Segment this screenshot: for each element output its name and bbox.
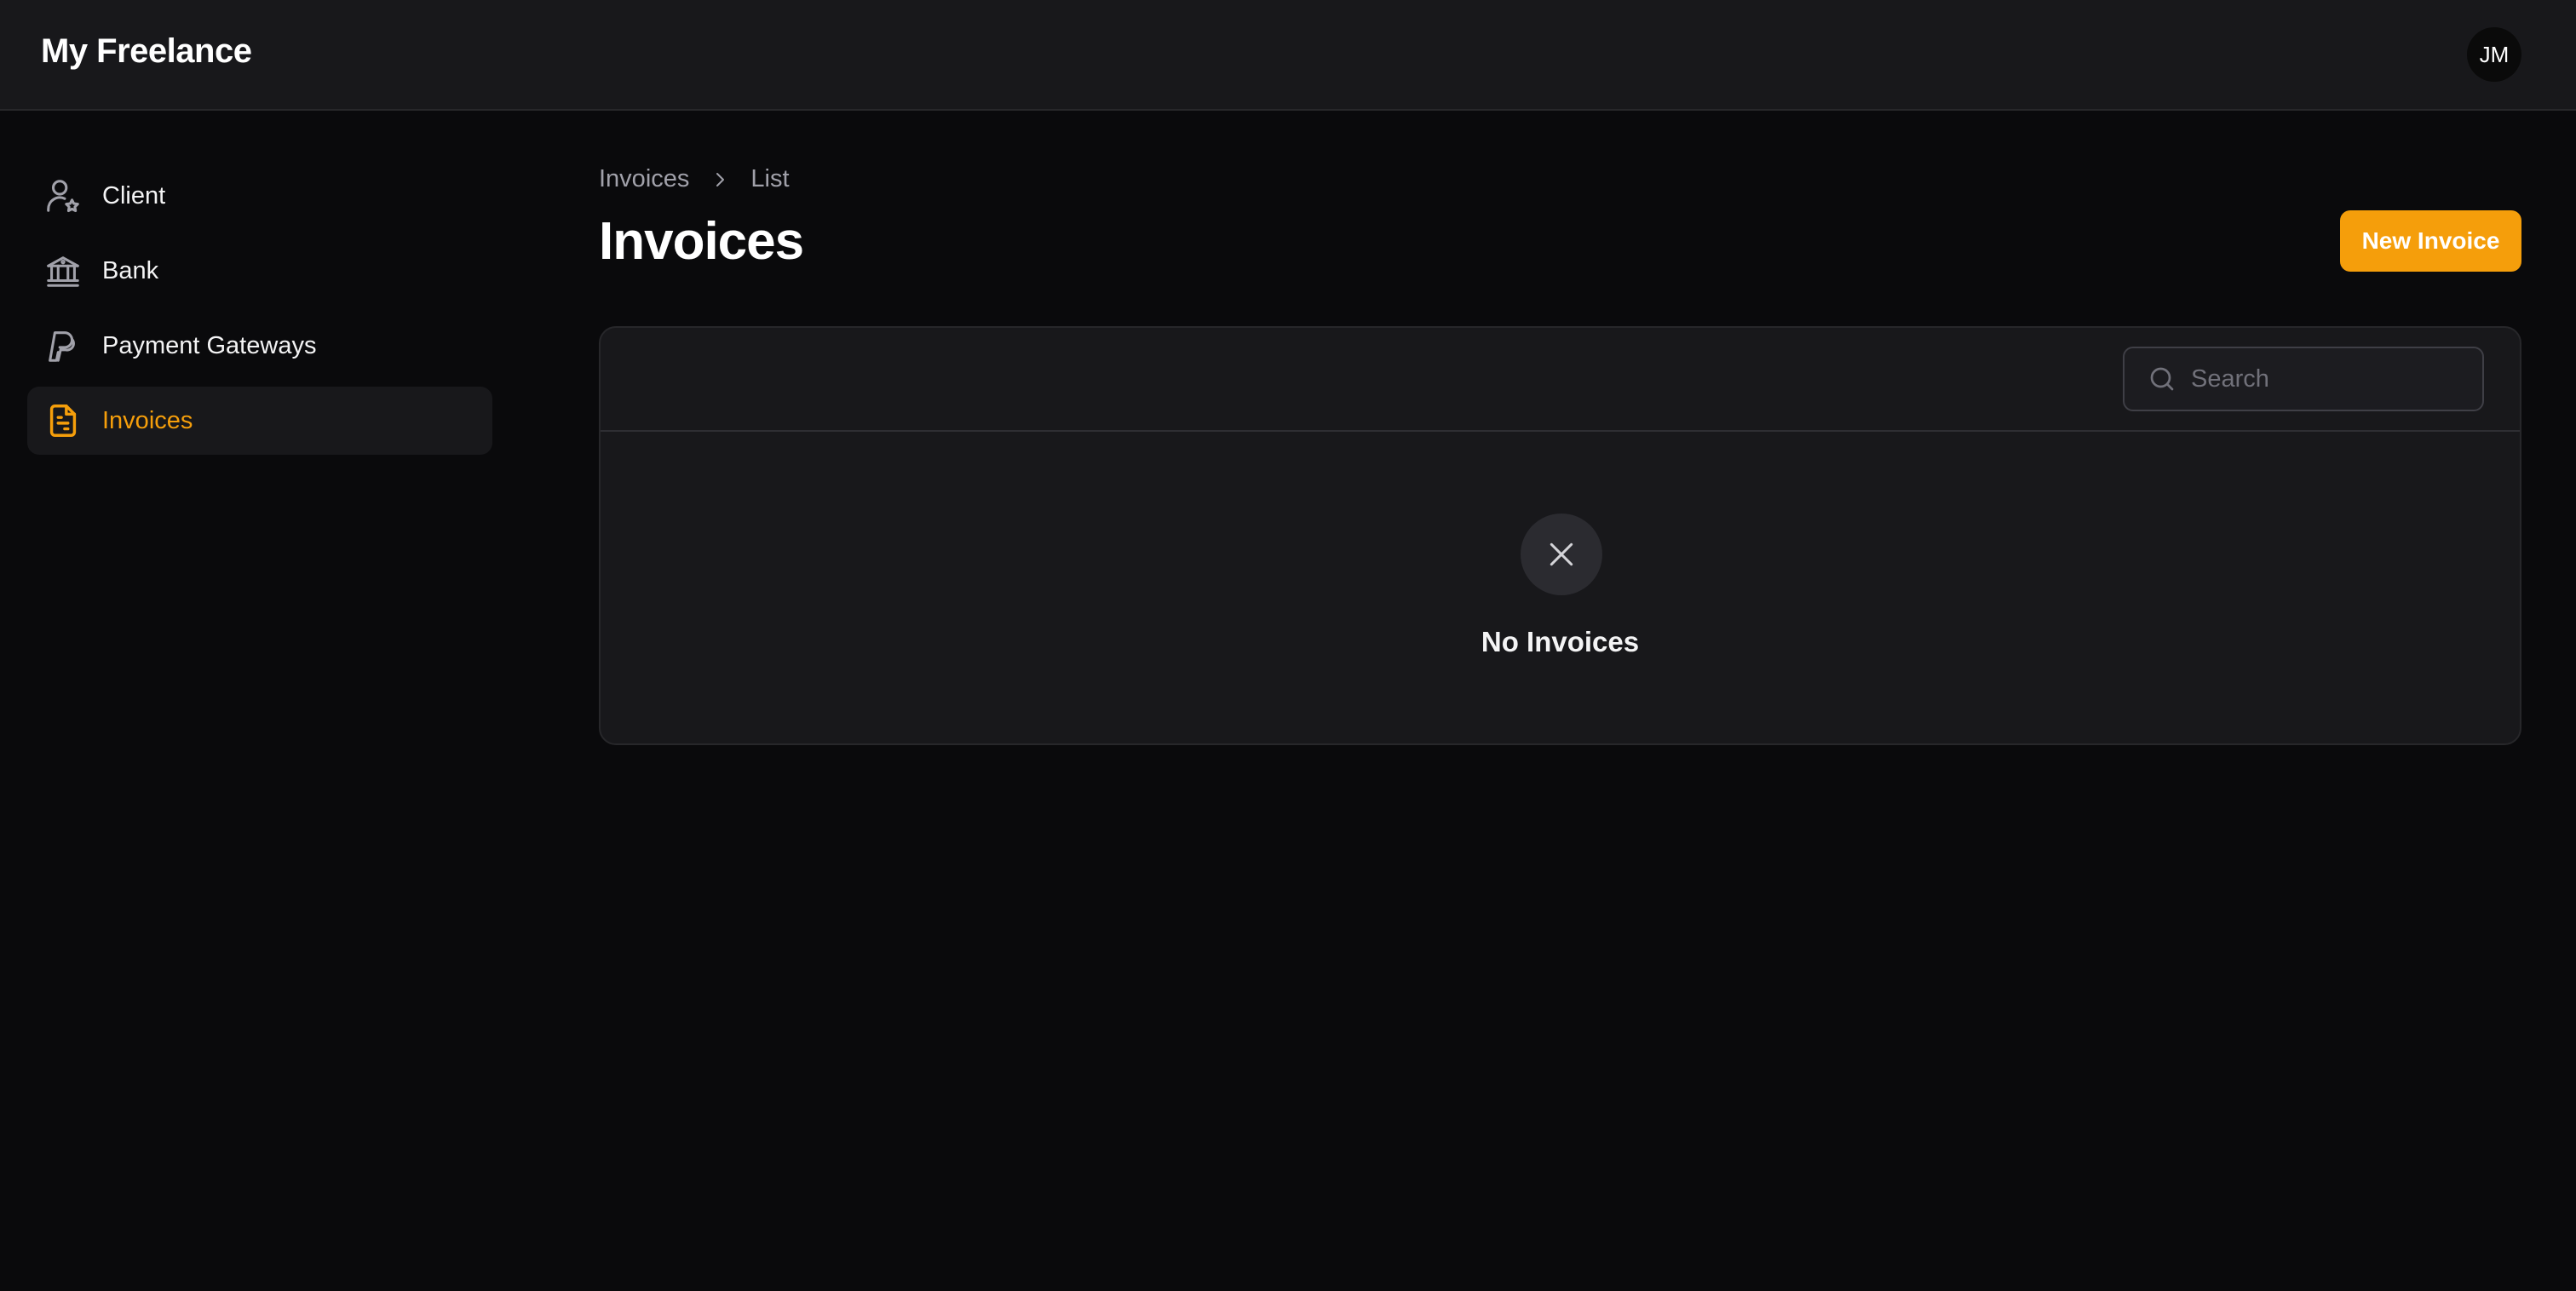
sidebar-item-label: Client xyxy=(102,181,166,209)
page-title: Invoices xyxy=(599,212,804,271)
chevron-right-icon xyxy=(710,169,730,190)
sidebar-item-label: Bank xyxy=(102,256,159,284)
bank-icon xyxy=(43,250,83,291)
search-input[interactable] xyxy=(2191,364,2464,393)
search-icon xyxy=(2150,367,2174,391)
breadcrumb-current: List xyxy=(750,165,790,192)
sidebar-item-bank[interactable]: Bank xyxy=(27,237,492,305)
paypal-icon xyxy=(43,325,83,366)
sidebar-item-client[interactable]: Client xyxy=(27,162,492,230)
top-bar: My Freelance JM xyxy=(0,0,2576,111)
app-title[interactable]: My Freelance xyxy=(41,32,252,71)
sidebar-item-label: Payment Gateways xyxy=(102,331,317,359)
new-invoice-button[interactable]: New Invoice xyxy=(2340,210,2521,272)
user-avatar[interactable]: JM xyxy=(2467,27,2521,82)
sidebar-item-invoices[interactable]: Invoices xyxy=(27,387,492,455)
breadcrumb-link-invoices[interactable]: Invoices xyxy=(599,165,689,193)
empty-state-message: No Invoices xyxy=(1481,626,1640,657)
search-field[interactable] xyxy=(2123,347,2484,411)
table-toolbar xyxy=(601,328,2520,432)
empty-state: No Invoices xyxy=(601,432,2520,743)
close-icon xyxy=(1550,542,1573,566)
sidebar: Client Bank Payment Gateways Invoices xyxy=(27,162,492,462)
empty-state-badge xyxy=(1521,514,1602,595)
breadcrumb: Invoices List xyxy=(599,165,790,193)
sidebar-item-label: Invoices xyxy=(102,406,193,434)
document-icon xyxy=(43,400,83,441)
sidebar-item-payment-gateways[interactable]: Payment Gateways xyxy=(27,312,492,380)
user-star-icon xyxy=(43,175,83,216)
invoices-table: No Invoices xyxy=(599,326,2521,745)
